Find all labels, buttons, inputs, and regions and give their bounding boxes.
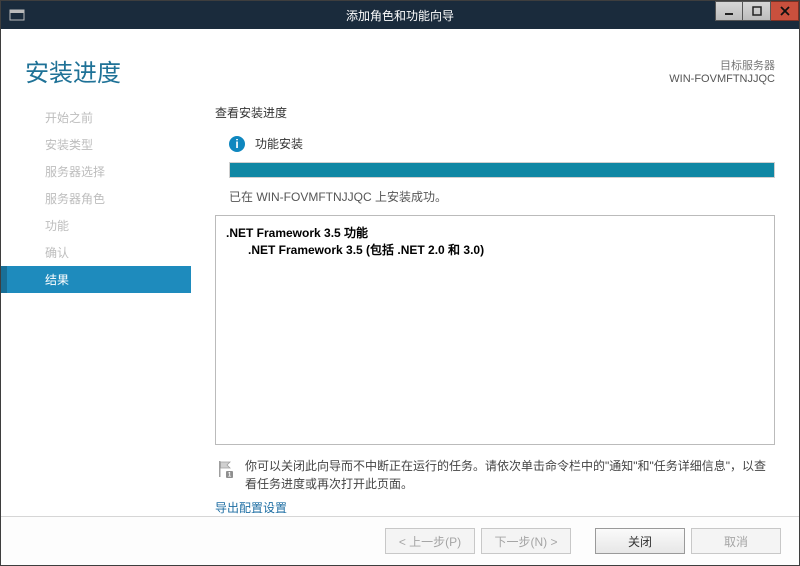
status-text: 功能安装 [255,135,303,152]
progress-bar [229,162,775,178]
titlebar: 添加角色和功能向导 [1,1,799,29]
sidebar-item-server-selection: 服务器选择 [1,158,191,185]
status-row: i 功能安装 [215,135,775,152]
progress-message: 已在 WIN-FOVMFTNJJQC 上安装成功。 [229,188,775,205]
sidebar: 开始之前 安装类型 服务器选择 服务器角色 功能 确认 结果 [1,96,191,516]
footer: < 上一步(P) 下一步(N) > 关闭 取消 [1,516,799,565]
note-row: 1 你可以关闭此向导而不中断正在运行的任务。请依次单击命令栏中的"通知"和"任务… [215,457,775,493]
previous-button: < 上一步(P) [385,528,475,554]
close-window-button[interactable] [771,1,799,21]
window-controls [715,1,799,23]
target-server-name: WIN-FOVMFTNJJQC [669,73,775,85]
note-text: 你可以关闭此向导而不中断正在运行的任务。请依次单击命令栏中的"通知"和"任务详细… [245,457,775,493]
sidebar-item-confirmation: 确认 [1,239,191,266]
progress-fill [230,163,774,177]
info-icon: i [229,136,245,152]
flag-icon: 1 [215,457,237,493]
header: 安装进度 目标服务器 WIN-FOVMFTNJJQC [1,29,799,96]
body: 开始之前 安装类型 服务器选择 服务器角色 功能 确认 结果 查看安装进度 i … [1,96,799,516]
feature-item: .NET Framework 3.5 (包括 .NET 2.0 和 3.0) [226,241,764,258]
minimize-button[interactable] [715,1,743,21]
sidebar-item-server-roles: 服务器角色 [1,185,191,212]
feature-group: .NET Framework 3.5 功能 [226,224,764,241]
app-icon [9,7,25,23]
export-settings-link[interactable]: 导出配置设置 [215,499,775,516]
wizard-window: 添加角色和功能向导 安装进度 目标服务器 WIN-FOVMFTNJJQC [0,0,800,566]
next-button: 下一步(N) > [481,528,571,554]
maximize-button[interactable] [743,1,771,21]
target-server-label: 目标服务器 [720,60,775,72]
page-heading: 安装进度 [25,53,669,88]
sidebar-item-results[interactable]: 结果 [1,266,191,293]
sidebar-item-installation-type: 安装类型 [1,131,191,158]
window-title: 添加角色和功能向导 [1,7,799,24]
sidebar-item-before-you-begin: 开始之前 [1,104,191,131]
close-button[interactable]: 关闭 [595,528,685,554]
target-server-box: 目标服务器 WIN-FOVMFTNJJQC [669,53,775,85]
section-title: 查看安装进度 [215,104,775,121]
content-pane: 查看安装进度 i 功能安装 已在 WIN-FOVMFTNJJQC 上安装成功。 … [191,96,799,516]
installed-features-box[interactable]: .NET Framework 3.5 功能 .NET Framework 3.5… [215,215,775,445]
sidebar-item-features: 功能 [1,212,191,239]
client-area: 安装进度 目标服务器 WIN-FOVMFTNJJQC 开始之前 安装类型 服务器… [1,29,799,565]
cancel-button: 取消 [691,528,781,554]
